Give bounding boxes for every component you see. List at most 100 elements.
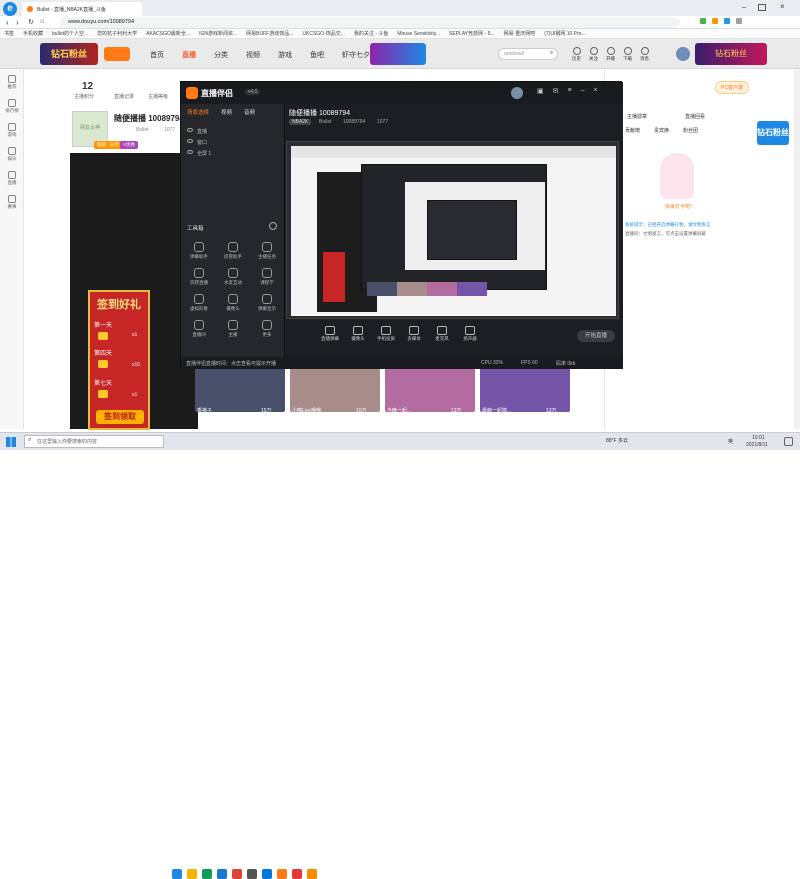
address-bar[interactable]: www.douyu.com/10089794 [60,17,680,28]
user-link[interactable]: 开播 [606,47,615,62]
taskbar-app-icon[interactable] [232,869,242,879]
browser-tab[interactable]: Bullet - 直播_NBA2K直播_斗鱼 [22,2,142,16]
browser-logo-icon[interactable]: e [3,2,17,16]
room-tag[interactable]: 超级 · 分享 [94,141,122,149]
obs-tool[interactable]: 主播任务 [253,242,281,260]
eye-icon[interactable] [187,128,193,132]
close-button[interactable]: × [780,2,790,12]
bookmark-item[interactable]: bullet的个人空... [52,30,88,37]
obs-menu-tab[interactable]: 场景选择 [187,108,209,116]
obs-tool[interactable]: 摄像头 [219,294,247,312]
recommend-thumb[interactable] [290,366,380,412]
obs-tool[interactable]: 弹幕显示 [253,294,281,312]
sidebar-item[interactable]: 推荐 [2,75,22,90]
sidebar-item[interactable]: 游戏 [2,123,22,138]
nav-item[interactable]: 鱼吧 [310,50,324,60]
eye-icon[interactable] [187,150,193,154]
side-link[interactable]: 直播回看 [685,113,705,120]
windows-start-icon[interactable] [6,437,16,447]
home-icon[interactable]: ⌂ [40,18,44,25]
weather-text[interactable]: 88°F 多云 [606,437,646,444]
bookmark-item[interactable]: SEPLAY竞技网 - 5... [449,30,494,37]
nav-item[interactable]: 虾守七夕 [342,50,370,60]
minimize-button[interactable]: – [742,4,752,12]
taskbar-search-input[interactable]: 在这里输入你要搜索的内容 [24,435,164,448]
back-icon[interactable]: ‹ [6,18,9,27]
obs-control[interactable]: 直播弹幕 [315,326,345,342]
obs-tool[interactable]: 主播 [219,320,247,338]
bookmark-item[interactable]: (7)UI钢网 10 Pro... [544,30,585,37]
user-link[interactable]: 关注 [589,47,598,62]
obs-menu-tab[interactable]: 音频 [244,108,255,116]
search-icon[interactable]: ⌕ [550,50,553,57]
forward-icon[interactable]: › [16,18,19,27]
obs-tool[interactable]: 更多 [253,320,281,338]
obs-tool[interactable]: 虚拟形象 [185,294,213,312]
eye-icon[interactable] [187,139,193,143]
clock-time[interactable]: 10:01 [752,435,765,441]
obs-tool[interactable]: 玩转直播 [185,268,213,286]
nav-item[interactable]: 直播 [182,50,196,60]
lang-indicator[interactable]: 英 [728,438,733,445]
obs-control[interactable]: 多媒体 [399,326,429,342]
obs-minimize-icon[interactable]: – [581,87,585,95]
sidebar-item[interactable]: 赛事 [2,195,22,210]
header-promo[interactable]: 钻石粉丝 [695,43,767,65]
obs-scene-item[interactable]: 直播 [187,128,278,135]
nav-item[interactable]: 首页 [150,50,164,60]
user-avatar[interactable] [676,47,690,61]
user-link[interactable]: 消息 [640,47,649,62]
taskbar-app-icon[interactable] [172,869,182,879]
obs-mail-icon[interactable]: ✉ [553,87,559,95]
taskbar-app-icon[interactable] [247,869,257,879]
taskbar-app-icon[interactable] [217,869,227,879]
user-link[interactable]: 下载 [623,47,632,62]
sidebar-item[interactable]: 娱乐 [2,147,22,162]
bookmark-item[interactable]: 手机收藏 [23,30,43,37]
obs-menu-tab[interactable]: 视频 [221,108,232,116]
taskbar-app-icon[interactable] [187,869,197,879]
obs-close-icon[interactable]: × [594,87,598,95]
recommend-thumb[interactable] [385,366,475,412]
room-tag[interactable]: V优秀 [120,141,139,149]
obs-control[interactable]: 扬声器 [455,326,485,342]
obs-control[interactable]: 手机投屏 [371,326,401,342]
maximize-button[interactable] [758,4,766,11]
user-link[interactable]: 历史 [572,47,581,62]
sidebar-item[interactable]: 直播 [2,171,22,186]
obs-scene-item[interactable]: 全屏 1 [187,150,278,157]
rank-tab[interactable]: 贡献榜 [625,127,640,134]
nav-item[interactable]: 视频 [246,50,260,60]
bookmark-item[interactable]: 您的杭子利利大学 [97,30,137,37]
obs-scene-item[interactable]: 窗口 [187,139,278,146]
obs-tools-settings-icon[interactable] [269,222,277,230]
bookmark-item[interactable]: 书签 [4,30,14,37]
side-promo-badge[interactable]: 钻石粉丝 [757,121,789,145]
streamer-name[interactable]: Bullet [136,127,149,133]
bookmark-item[interactable]: 我的关注 - 斗鱼 [354,30,388,37]
taskbar-app-icon[interactable] [262,869,272,879]
obs-preview[interactable] [286,141,619,319]
obs-tool[interactable]: 水友互动 [219,268,247,286]
signin-button[interactable]: 签到领取 [96,410,144,424]
search-input[interactable]: rainbow6 [498,48,558,60]
obs-gift-icon[interactable]: ▣ [537,87,544,95]
bookmark-item[interactable]: 网易-重庆网吧 [504,30,536,37]
obs-menu-icon[interactable]: ≡ [568,87,572,95]
start-stream-button[interactable]: 开始直播 [577,330,615,342]
taskbar-app-icon[interactable] [277,869,287,879]
notification-icon[interactable] [784,437,793,446]
bookmark-item[interactable]: 网易BUFF游戏饰品... [246,30,293,37]
obs-tool[interactable]: 课程学 [253,268,281,286]
event-banner[interactable] [370,43,426,65]
clock-date[interactable]: 2021/8/11 [746,442,768,448]
obs-tool[interactable]: 弹幕助手 [185,242,213,260]
taskbar-app-icon[interactable] [292,869,302,879]
bookmark-item[interactable]: Mouse Sensitivity... [397,31,440,37]
obs-tool[interactable]: 直播间 [185,320,213,338]
pc-client-button[interactable]: PC客户端 [715,81,749,94]
extensions-icon[interactable] [700,18,780,26]
refresh-icon[interactable]: ↻ [28,18,34,26]
taskbar-app-icon[interactable] [307,869,317,879]
obs-tool[interactable]: 房管助手 [219,242,247,260]
